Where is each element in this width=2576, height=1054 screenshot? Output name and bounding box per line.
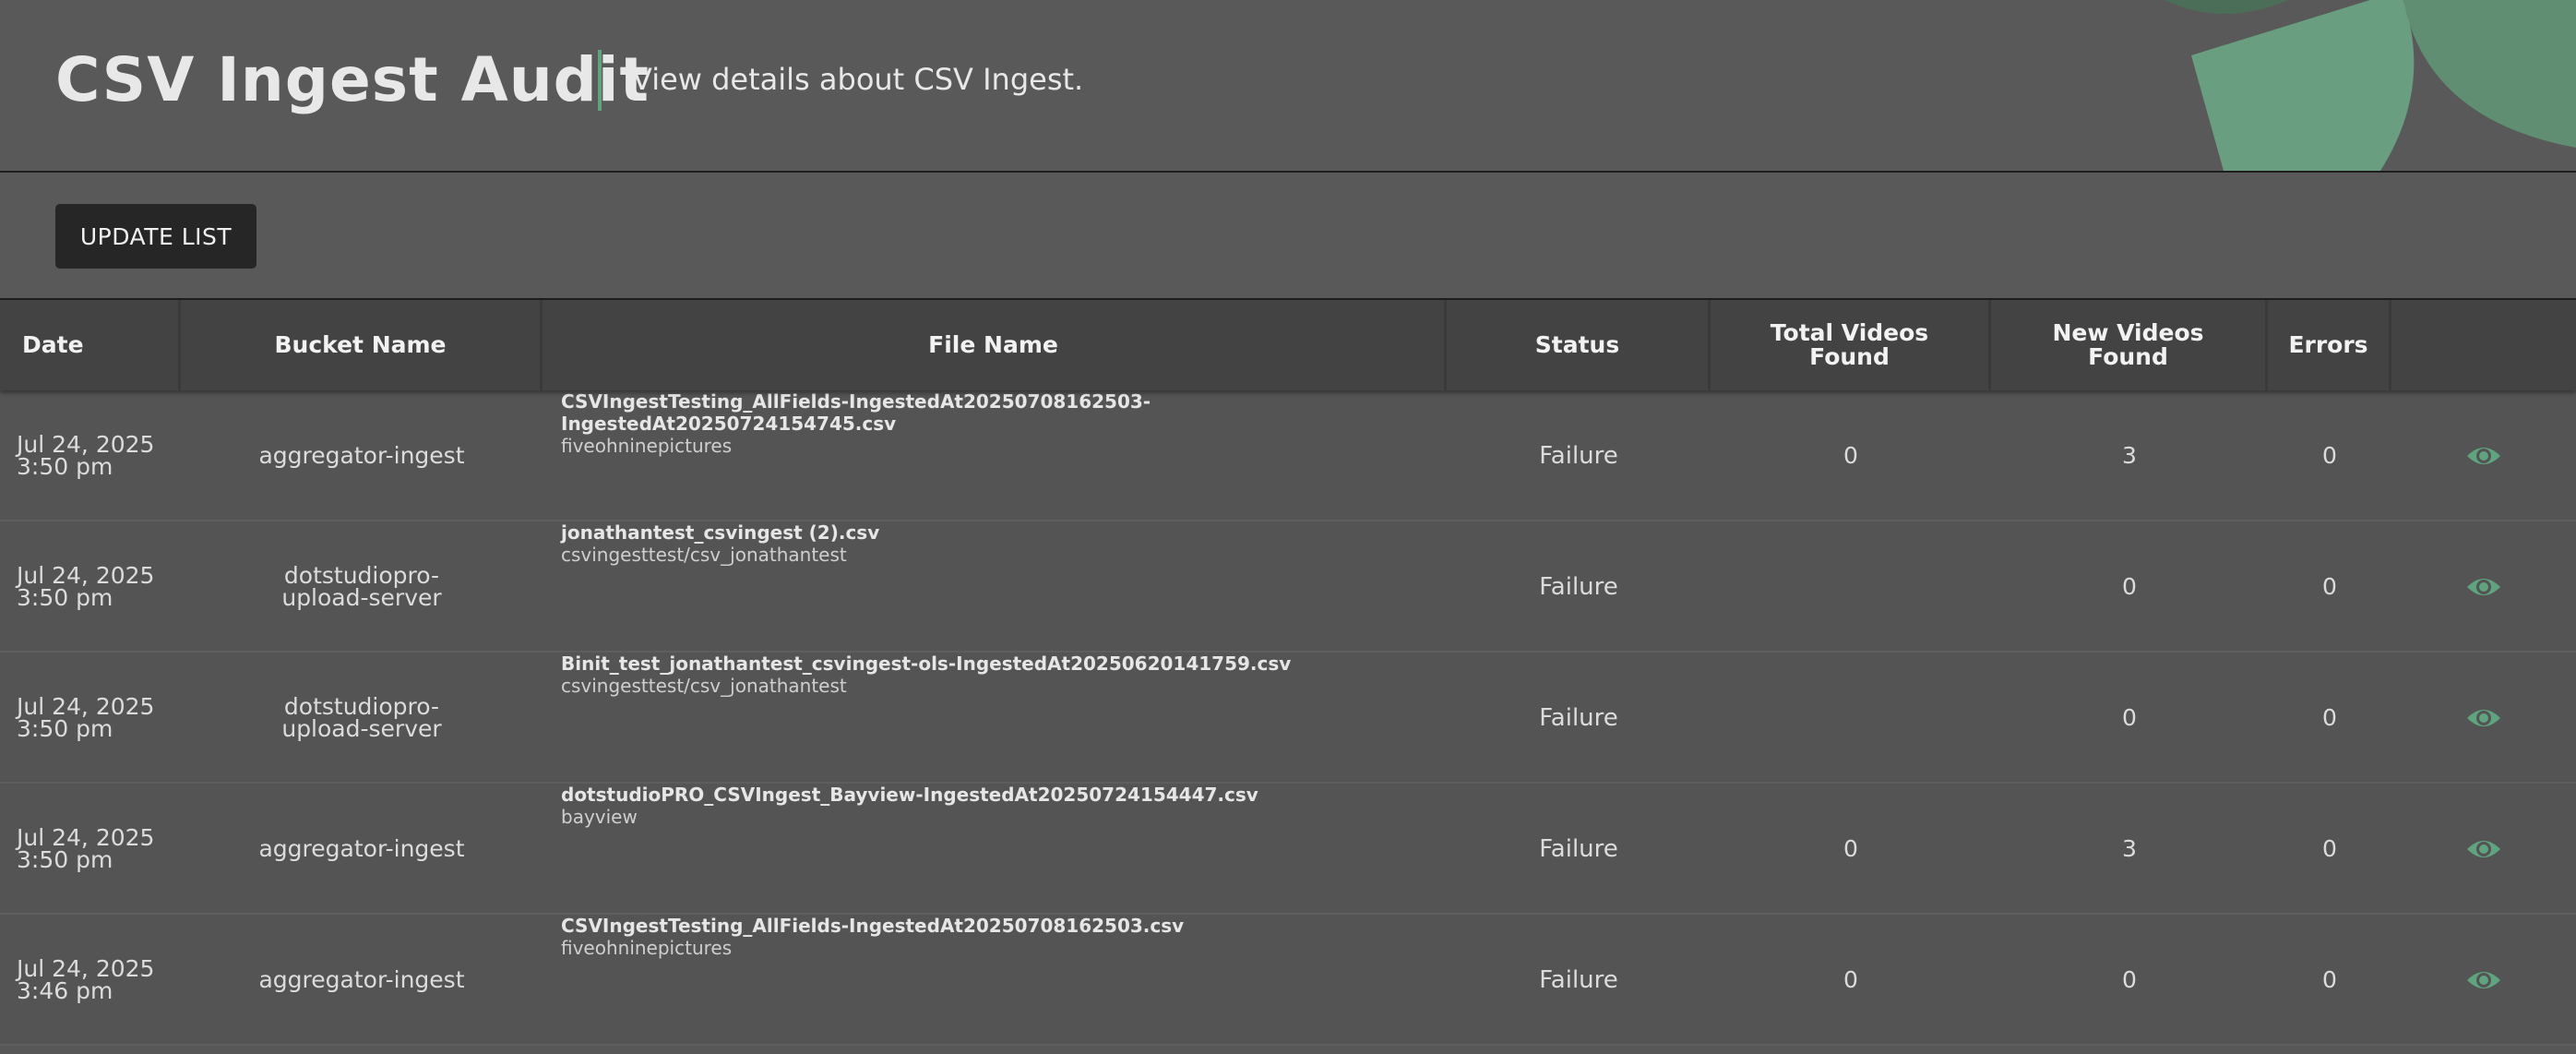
- column-header-status[interactable]: Status: [1447, 300, 1711, 390]
- eye-icon[interactable]: [2465, 962, 2502, 999]
- row-errors: 0: [2322, 835, 2337, 862]
- page-header: CSV Ingest Audit View details about CSV …: [0, 0, 2576, 173]
- toolbar: UPDATE LIST: [0, 173, 2576, 300]
- row-bucket: aggregator-ingest: [258, 835, 465, 862]
- row-new-videos: 0: [2122, 704, 2137, 731]
- column-header-actions: [2391, 300, 2576, 390]
- row-new-videos: 3: [2122, 835, 2137, 862]
- row-new-videos: 3: [2122, 442, 2137, 469]
- row-actions: [2391, 915, 2576, 1046]
- row-status: Failure: [1539, 966, 1618, 994]
- row-date: Jul 24, 2025 3:50 pm: [17, 562, 155, 611]
- eye-icon[interactable]: [2465, 831, 2502, 868]
- table-row: Jul 24, 2025 3:50 pm dotstudiopro-upload…: [0, 521, 2576, 653]
- row-file-name: Binit_test_jonathantest_csvingest-ols-In…: [561, 653, 1292, 675]
- row-file-name: dotstudioPRO_CSVIngest_Bayview-IngestedA…: [561, 784, 1258, 806]
- row-total-videos: 0: [1843, 442, 1858, 469]
- column-header-date[interactable]: Date: [0, 300, 181, 390]
- row-file: jonathantest_csvingest (2).csv csvingest…: [543, 521, 1447, 653]
- row-status: Failure: [1539, 573, 1618, 601]
- row-file-path: fiveohninepictures: [561, 435, 733, 457]
- row-status: Failure: [1539, 704, 1618, 732]
- audit-table: Date Bucket Name File Name Status Total …: [0, 300, 2576, 1046]
- row-total-videos: 0: [1843, 835, 1858, 862]
- column-header-bucket[interactable]: Bucket Name: [181, 300, 543, 390]
- eye-icon[interactable]: [2465, 569, 2502, 605]
- header-divider: [598, 50, 602, 111]
- update-list-button[interactable]: UPDATE LIST: [55, 204, 256, 269]
- table-body: Jul 24, 2025 3:50 pm aggregator-ingest C…: [0, 390, 2576, 1046]
- row-bucket: aggregator-ingest: [258, 966, 465, 993]
- row-file: dotstudioPRO_CSVIngest_Bayview-IngestedA…: [543, 784, 1447, 915]
- table-row: Jul 24, 2025 3:50 pm aggregator-ingest d…: [0, 784, 2576, 915]
- column-header-new-videos[interactable]: New Videos Found: [1991, 300, 2268, 390]
- row-file: Binit_test_jonathantest_csvingest-ols-In…: [543, 653, 1447, 784]
- row-status: Failure: [1539, 442, 1618, 470]
- column-header-errors[interactable]: Errors: [2268, 300, 2391, 390]
- table-row: Jul 24, 2025 3:50 pm aggregator-ingest C…: [0, 390, 2576, 521]
- row-total-videos: [1711, 521, 1991, 653]
- row-file-name: CSVIngestTesting_AllFields-IngestedAt202…: [561, 390, 1151, 435]
- row-date: Jul 24, 2025 3:50 pm: [17, 431, 155, 480]
- row-bucket: dotstudiopro-upload-server: [281, 693, 442, 742]
- row-errors: 0: [2322, 966, 2337, 993]
- row-actions: [2391, 653, 2576, 784]
- row-total-videos: 0: [1843, 966, 1858, 993]
- row-file-path: bayview: [561, 806, 638, 828]
- row-file-name: CSVIngestTesting_AllFields-IngestedAt202…: [561, 915, 1185, 937]
- row-file: CSVIngestTesting_AllFields-IngestedAt202…: [543, 390, 1447, 521]
- column-header-file[interactable]: File Name: [543, 300, 1447, 390]
- row-actions: [2391, 390, 2576, 521]
- row-bucket: dotstudiopro-upload-server: [281, 562, 442, 611]
- row-total-videos: [1711, 653, 1991, 784]
- row-new-videos: 0: [2122, 573, 2137, 600]
- row-file-path: csvingesttest/csv_jonathantest: [561, 544, 847, 566]
- row-date: Jul 24, 2025 3:50 pm: [17, 693, 155, 742]
- row-errors: 0: [2322, 442, 2337, 469]
- row-errors: 0: [2322, 704, 2337, 731]
- row-file-path: csvingesttest/csv_jonathantest: [561, 675, 847, 697]
- row-actions: [2391, 784, 2576, 915]
- row-errors: 0: [2322, 573, 2337, 600]
- row-file: CSVIngestTesting_AllFields-IngestedAt202…: [543, 915, 1447, 1046]
- row-date: Jul 24, 2025 3:50 pm: [17, 824, 155, 873]
- header-decoration: [2165, 0, 2576, 171]
- page-title: CSV Ingest Audit: [55, 44, 650, 115]
- row-file-path: fiveohninepictures: [561, 937, 733, 959]
- eye-icon[interactable]: [2465, 437, 2502, 474]
- row-date: Jul 24, 2025 3:46 pm: [17, 955, 155, 1004]
- row-status: Failure: [1539, 835, 1618, 863]
- row-bucket: aggregator-ingest: [258, 442, 465, 469]
- page-subtitle: View details about CSV Ingest.: [632, 62, 1084, 97]
- table-header: Date Bucket Name File Name Status Total …: [0, 300, 2576, 390]
- row-actions: [2391, 521, 2576, 653]
- table-row: Jul 24, 2025 3:50 pm dotstudiopro-upload…: [0, 653, 2576, 784]
- table-row: Jul 24, 2025 3:46 pm aggregator-ingest C…: [0, 915, 2576, 1046]
- row-new-videos: 0: [2122, 966, 2137, 993]
- column-header-total-videos[interactable]: Total Videos Found: [1711, 300, 1991, 390]
- eye-icon[interactable]: [2465, 700, 2502, 737]
- row-file-name: jonathantest_csvingest (2).csv: [561, 521, 880, 544]
